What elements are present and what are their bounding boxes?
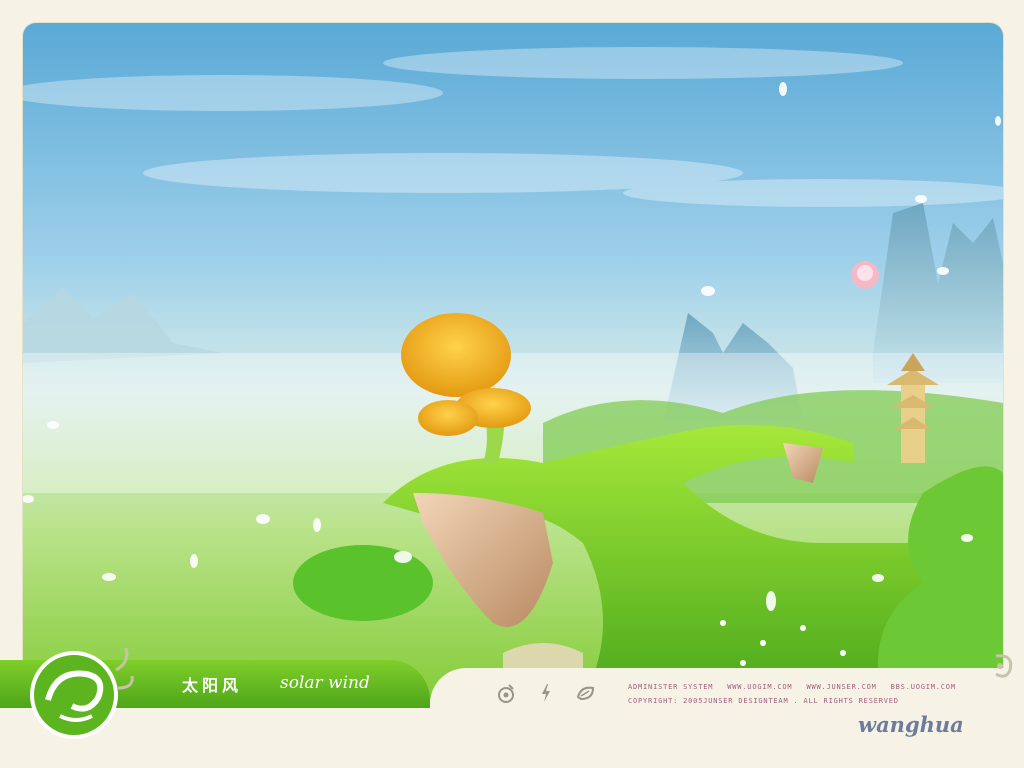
- footer-icon-row: [495, 682, 597, 704]
- lightning-icon[interactable]: [535, 682, 557, 704]
- decorative-swirl-icon: [995, 654, 1013, 678]
- link-bbs[interactable]: BBS.UOGIM.COM: [891, 683, 956, 691]
- fantasy-landscape-illustration: [23, 23, 1003, 699]
- bush-left: [293, 545, 433, 621]
- title-chinese: 太阳风: [182, 676, 243, 695]
- lotus-balloon: [851, 261, 879, 289]
- artwork-frame: [22, 22, 1004, 700]
- swirl-logo-icon: [30, 647, 134, 739]
- link-administer-system[interactable]: ADMINISTER SYSTEM: [628, 683, 713, 691]
- footer-links: ADMINISTER SYSTEM WWW.UOGIM.COM WWW.JUNS…: [628, 683, 968, 705]
- link-junser[interactable]: WWW.JUNSER.COM: [806, 683, 876, 691]
- artist-signature: wanghua: [858, 712, 964, 737]
- copyright-text: COPYRIGHT: 2005JUNSER DESIGNTEAM . ALL R…: [628, 697, 899, 705]
- eye-icon[interactable]: [495, 682, 517, 704]
- leaf-icon[interactable]: [575, 682, 597, 704]
- title-english: solar wind: [280, 673, 370, 693]
- link-uogim[interactable]: WWW.UOGIM.COM: [727, 683, 792, 691]
